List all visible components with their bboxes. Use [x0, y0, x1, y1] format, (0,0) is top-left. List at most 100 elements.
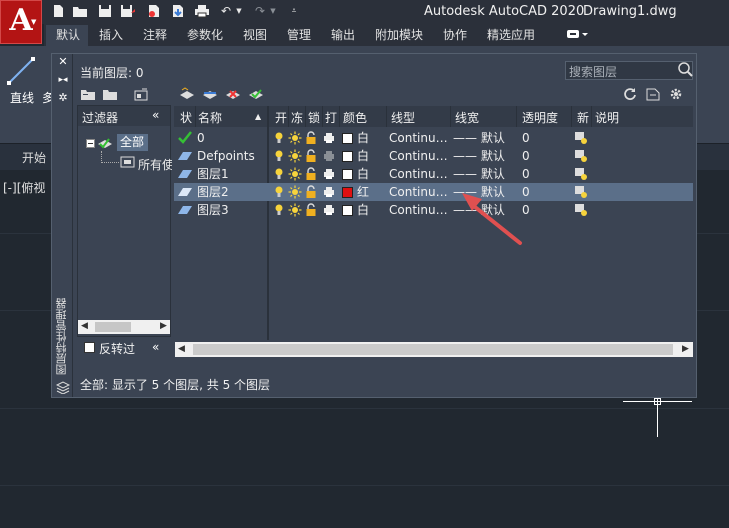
layer-color-name[interactable]: 白: [357, 165, 369, 183]
new-layer-icon[interactable]: [178, 87, 196, 102]
column-freeze[interactable]: 冻: [291, 109, 303, 126]
layer-name[interactable]: Defpoints: [197, 147, 255, 165]
column-on[interactable]: 开: [275, 109, 287, 126]
layer-name[interactable]: 图层1: [197, 165, 229, 183]
new-vp-freeze-icon[interactable]: [574, 185, 587, 199]
tree-item-all-used[interactable]: 所有使: [138, 156, 172, 173]
tab-view[interactable]: 视图: [243, 26, 267, 44]
file-tab-start[interactable]: 开始: [22, 149, 52, 169]
save-to-web-icon[interactable]: [170, 4, 186, 18]
scroll-left-arrow[interactable]: ◀: [81, 321, 88, 331]
tab-home[interactable]: 默认: [56, 26, 80, 44]
layer-color-name[interactable]: 白: [357, 147, 369, 165]
thaw-sun-icon[interactable]: [288, 131, 302, 145]
column-name[interactable]: 名称: [198, 109, 222, 126]
column-transparency[interactable]: 透明度: [522, 109, 558, 126]
tab-collaborate[interactable]: 协作: [443, 26, 467, 44]
bulb-on-icon[interactable]: [274, 149, 286, 163]
bulb-on-icon[interactable]: [274, 131, 286, 145]
plot-icon[interactable]: [323, 185, 335, 199]
save-as-icon[interactable]: [120, 4, 136, 18]
color-swatch[interactable]: [342, 169, 353, 180]
column-color[interactable]: 颜色: [343, 109, 367, 126]
scroll-right-arrow[interactable]: ▶: [160, 321, 167, 331]
tab-featured-apps[interactable]: 精选应用: [487, 26, 535, 44]
scroll-left-arrow[interactable]: ◀: [178, 344, 185, 354]
bulb-on-icon[interactable]: [274, 185, 286, 199]
tab-insert[interactable]: 插入: [99, 26, 123, 44]
line-tool-icon[interactable]: [6, 56, 36, 86]
thaw-sun-icon[interactable]: [288, 185, 302, 199]
tab-addins[interactable]: 附加模块: [375, 26, 423, 44]
tab-parametric[interactable]: 参数化: [187, 26, 223, 44]
tree-expand-icon[interactable]: [86, 138, 96, 152]
palette-autohide-icon[interactable]: ▸◂: [57, 74, 69, 86]
line-tool-label[interactable]: 直线: [10, 89, 34, 106]
bulb-on-icon[interactable]: [274, 167, 286, 181]
customize-toolbar-icon[interactable]: ⩡: [288, 4, 300, 18]
thaw-sun-icon[interactable]: [288, 149, 302, 163]
ribbon-minimize-button[interactable]: [566, 27, 590, 42]
tree-item-all[interactable]: 全部: [117, 134, 148, 151]
new-layer-vp-frozen-icon[interactable]: [201, 87, 219, 102]
unlock-icon[interactable]: [305, 149, 317, 163]
layer-lineweight[interactable]: —— 默认: [453, 165, 505, 183]
layer-lineweight[interactable]: —— 默认: [453, 147, 505, 165]
column-lineweight[interactable]: 线宽: [455, 109, 479, 126]
layer-linetype[interactable]: Continu…: [389, 165, 448, 183]
scroll-right-arrow[interactable]: ▶: [682, 344, 689, 354]
plot-icon[interactable]: [323, 131, 335, 145]
gear-icon[interactable]: [669, 87, 687, 102]
color-swatch[interactable]: [342, 151, 353, 162]
new-vp-freeze-icon[interactable]: [574, 167, 587, 181]
undo-icon[interactable]: ↶: [218, 4, 234, 18]
new-file-icon[interactable]: [50, 4, 66, 18]
invert-filter-checkbox[interactable]: [84, 342, 95, 353]
print-icon[interactable]: [194, 4, 210, 18]
refresh-icon[interactable]: [623, 87, 641, 102]
column-description[interactable]: 说明: [595, 109, 619, 126]
layer-name[interactable]: 0: [197, 129, 205, 147]
delete-layer-icon[interactable]: [224, 87, 242, 102]
layer-list-scrollbar-thumb[interactable]: [193, 344, 673, 355]
open-folder-icon[interactable]: [72, 4, 88, 18]
unlock-icon[interactable]: [305, 167, 317, 181]
collapse-filter-pane-button[interactable]: «: [152, 108, 159, 122]
tab-manage[interactable]: 管理: [287, 26, 311, 44]
redo-icon[interactable]: ↷: [252, 4, 268, 18]
tab-annotate[interactable]: 注释: [143, 26, 167, 44]
viewport-controls[interactable]: [-][俯视: [3, 179, 45, 196]
layer-lineweight[interactable]: —— 默认: [453, 129, 505, 147]
layer-color-name[interactable]: 白: [357, 129, 369, 147]
search-icon[interactable]: [677, 61, 693, 78]
layer-name[interactable]: 图层3: [197, 201, 229, 219]
column-plot[interactable]: 打: [325, 109, 337, 126]
close-icon[interactable]: ✕: [57, 56, 69, 68]
layer-transparency[interactable]: 0: [522, 147, 530, 165]
filter-scrollbar-thumb[interactable]: [95, 322, 131, 332]
redo-dropdown-icon[interactable]: ▼: [268, 4, 278, 18]
palette-properties-icon[interactable]: ✲: [57, 92, 69, 104]
layer-linetype[interactable]: Continu…: [389, 129, 448, 147]
tab-output[interactable]: 输出: [331, 26, 355, 44]
layer-color-name[interactable]: 红: [357, 183, 369, 201]
unlock-icon[interactable]: [305, 131, 317, 145]
layer-linetype[interactable]: Continu…: [389, 201, 448, 219]
thaw-sun-icon[interactable]: [288, 167, 302, 181]
new-vp-freeze-icon[interactable]: [574, 203, 587, 217]
collapse-filter-button[interactable]: «: [152, 340, 159, 354]
new-vp-freeze-icon[interactable]: [574, 149, 587, 163]
bulb-on-icon[interactable]: [274, 203, 286, 217]
plot-icon[interactable]: [323, 203, 335, 217]
thaw-sun-icon[interactable]: [288, 203, 302, 217]
set-current-layer-icon[interactable]: [247, 87, 265, 102]
layer-color-name[interactable]: 白: [357, 201, 369, 219]
undo-dropdown-icon[interactable]: ▼: [234, 4, 244, 18]
unlock-icon[interactable]: [305, 185, 317, 199]
plot-icon[interactable]: [323, 167, 335, 181]
column-new-vp-freeze[interactable]: 新: [577, 109, 589, 126]
layer-transparency[interactable]: 0: [522, 165, 530, 183]
unlock-icon[interactable]: [305, 203, 317, 217]
save-icon[interactable]: [97, 4, 113, 18]
column-status[interactable]: 状: [180, 109, 192, 126]
